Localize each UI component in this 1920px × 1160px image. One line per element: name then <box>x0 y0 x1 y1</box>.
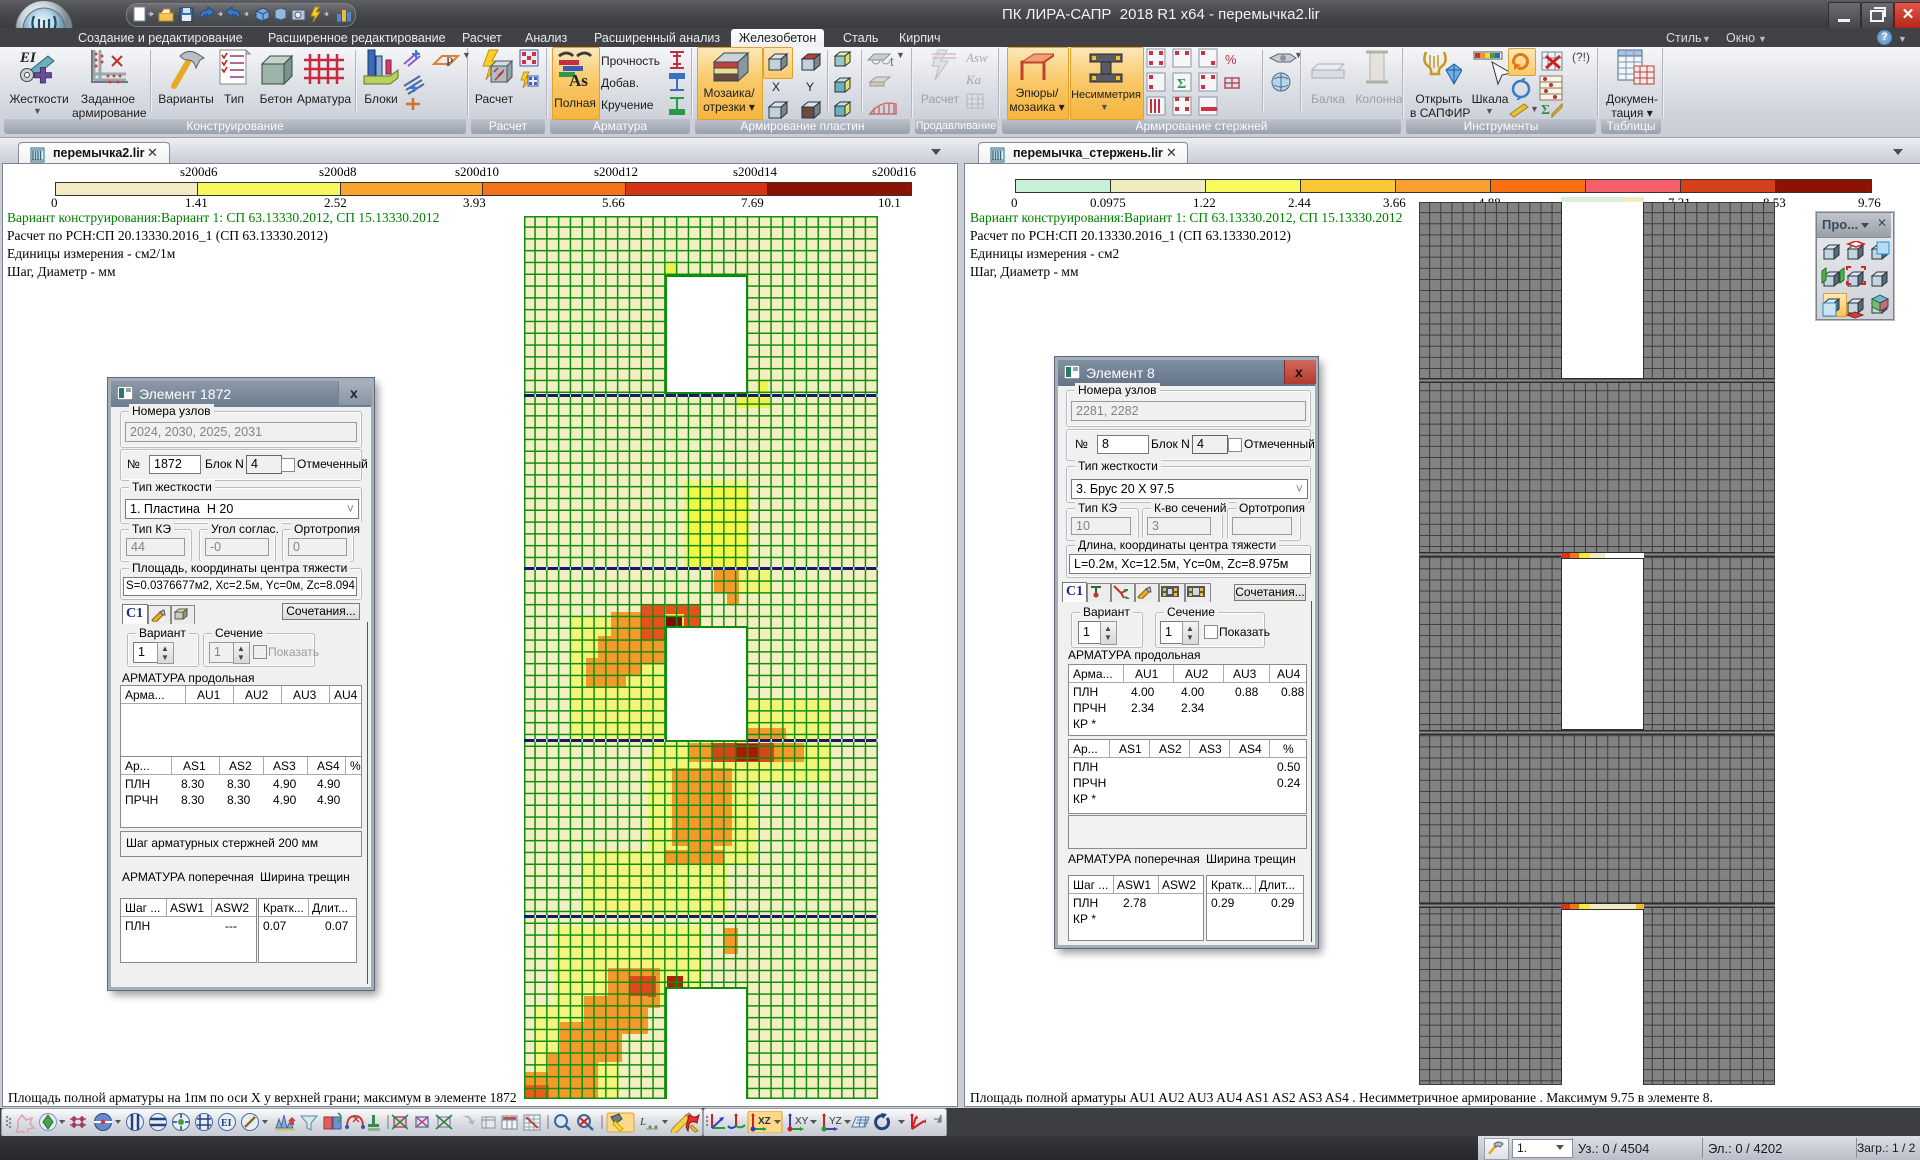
svg-text:t: t <box>890 54 894 69</box>
svg-text:XZ: XZ <box>758 1116 771 1127</box>
svg-text:YZ: YZ <box>829 1116 842 1127</box>
svg-text:EI: EI <box>19 50 37 66</box>
svg-text:EI: EI <box>221 1118 232 1129</box>
svg-text:P: P <box>446 54 453 69</box>
svg-text:Σ: Σ <box>1177 77 1186 92</box>
svg-text:L: L <box>639 1116 646 1128</box>
svg-text:(?!): (?!) <box>1572 50 1590 64</box>
svg-text:XY: XY <box>795 1116 809 1127</box>
svg-text:Σ: Σ <box>1541 103 1550 118</box>
svg-text:%: % <box>1225 52 1237 67</box>
svg-text:Asw: Asw <box>965 50 988 65</box>
svg-text:As: As <box>569 71 588 90</box>
svg-text:Ka: Ka <box>965 72 982 87</box>
